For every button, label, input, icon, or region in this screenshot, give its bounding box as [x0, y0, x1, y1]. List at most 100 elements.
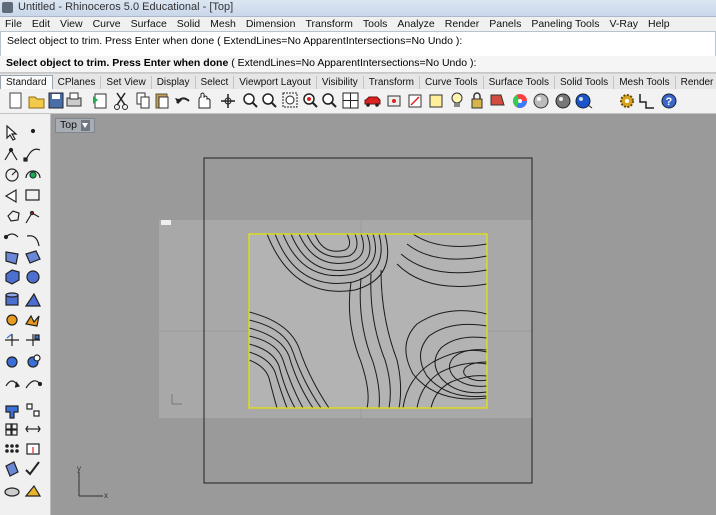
lock-icon[interactable]	[471, 92, 483, 109]
contour-map[interactable]	[248, 233, 488, 409]
command-line[interactable]: Select object to trim. Press Enter when …	[0, 56, 716, 73]
undo-icon[interactable]	[175, 97, 190, 104]
car-icon[interactable]	[364, 96, 381, 107]
check-icon[interactable]	[25, 461, 40, 476]
menu-item-file[interactable]: File	[0, 17, 27, 31]
save-icon[interactable]	[48, 92, 64, 109]
menu-item-paneling-tools[interactable]: Paneling Tools	[526, 17, 604, 31]
menu-item-curve[interactable]: Curve	[88, 17, 126, 31]
polygon-icon[interactable]	[7, 210, 20, 222]
new-file-icon[interactable]	[9, 92, 22, 109]
rotate-icon[interactable]	[5, 380, 21, 388]
arc-icon[interactable]	[25, 170, 41, 179]
color-wheel-icon[interactable]	[513, 94, 527, 108]
paste-icon[interactable]	[155, 93, 169, 109]
settings-gear-icon[interactable]	[620, 94, 634, 108]
tab-standard[interactable]: Standard	[0, 75, 53, 89]
menu-item-edit[interactable]: Edit	[27, 17, 55, 31]
menu-item-surface[interactable]: Surface	[126, 17, 172, 31]
tab-display[interactable]: Display	[152, 76, 196, 89]
grid-dots-icon[interactable]	[5, 444, 19, 453]
trim-icon[interactable]	[26, 334, 40, 346]
select-arrow-icon[interactable]	[6, 124, 18, 141]
dimension-icon[interactable]	[25, 425, 41, 433]
explode-icon[interactable]	[25, 314, 40, 327]
top-viewport[interactable]: x y Top	[51, 114, 716, 515]
viewport-canvas[interactable]: x y	[51, 114, 716, 515]
split-icon[interactable]	[5, 333, 19, 346]
zoom-selected-icon[interactable]	[303, 93, 318, 108]
cylinder-icon[interactable]	[5, 292, 19, 306]
curve-icon[interactable]	[23, 148, 41, 162]
copy-move-icon[interactable]	[27, 354, 41, 368]
array-grid-icon[interactable]	[5, 423, 18, 436]
rectangle-icon[interactable]	[25, 189, 40, 201]
material-sphere-icon[interactable]	[555, 93, 571, 109]
viewport-menu-arrow-icon[interactable]	[80, 119, 90, 131]
help-icon[interactable]: ?	[661, 93, 677, 109]
freeform-icon[interactable]	[25, 210, 40, 224]
box-icon[interactable]	[5, 269, 20, 285]
sphere-icon[interactable]	[26, 270, 40, 284]
extrude-surface-icon[interactable]	[25, 250, 41, 264]
zoom-window-icon[interactable]	[262, 93, 277, 108]
text-icon[interactable]	[26, 443, 40, 455]
array-icon[interactable]	[26, 403, 40, 417]
zoom-extents-icon[interactable]	[282, 92, 298, 108]
offset-icon[interactable]	[3, 233, 19, 240]
tab-transform[interactable]: Transform	[364, 76, 420, 89]
viewport-tab[interactable]: Top	[55, 118, 95, 133]
snap-icon[interactable]	[387, 95, 401, 107]
fillet-icon[interactable]	[26, 235, 40, 247]
menu-item-transform[interactable]: Transform	[300, 17, 357, 31]
tab-cplanes[interactable]: CPlanes	[53, 76, 102, 89]
menu-item-help[interactable]: Help	[643, 17, 675, 31]
menu-item-dimension[interactable]: Dimension	[241, 17, 301, 31]
cut-icon[interactable]	[114, 92, 128, 110]
zoom-dynamic-icon[interactable]	[243, 93, 258, 108]
pan-hand-icon[interactable]	[198, 92, 211, 109]
tab-viewport-layout[interactable]: Viewport Layout	[234, 76, 317, 89]
menu-item-mesh[interactable]: Mesh	[205, 17, 241, 31]
select-icon[interactable]	[408, 94, 422, 108]
command-prompt[interactable]: Select object to trim. Press Enter when …	[6, 57, 476, 69]
menu-item-tools[interactable]: Tools	[358, 17, 393, 31]
surface-corner-icon[interactable]	[5, 251, 19, 265]
tab-surface-tools[interactable]: Surface Tools	[484, 76, 555, 89]
menu-item-render[interactable]: Render	[440, 17, 484, 31]
command-options[interactable]: ( ExtendLines=No ApparentIntersections=N…	[231, 57, 476, 69]
tab-curve-tools[interactable]: Curve Tools	[420, 76, 484, 89]
properties-icon[interactable]	[24, 484, 42, 497]
menu-item-analyze[interactable]: Analyze	[392, 17, 439, 31]
rotate-view-icon[interactable]	[221, 94, 235, 108]
point-icon[interactable]	[30, 128, 36, 134]
tab-set-view[interactable]: Set View	[101, 76, 152, 89]
shade-icon[interactable]	[490, 94, 505, 106]
tab-visibility[interactable]: Visibility	[317, 76, 364, 89]
boolean-union-icon[interactable]	[6, 314, 18, 326]
render-sphere-icon[interactable]	[533, 93, 549, 109]
polyline-icon[interactable]	[4, 147, 18, 161]
tab-mesh-tools[interactable]: Mesh Tools	[614, 76, 676, 89]
menu-item-solid[interactable]: Solid	[172, 17, 205, 31]
lightbulb-icon[interactable]	[451, 92, 463, 107]
grid-snap-icon[interactable]	[639, 94, 654, 109]
open-icon[interactable]	[28, 96, 45, 109]
menu-item-panels[interactable]: Panels	[484, 17, 526, 31]
layers-icon[interactable]	[4, 487, 20, 497]
zoom-all-icon[interactable]	[322, 93, 337, 108]
import-icon[interactable]	[93, 93, 107, 109]
tab-select[interactable]: Select	[196, 76, 235, 89]
rendered-sphere-icon[interactable]	[575, 93, 593, 109]
copy-icon[interactable]	[136, 92, 150, 109]
circle-icon[interactable]	[5, 168, 19, 182]
cone-icon[interactable]	[24, 292, 41, 307]
tab-solid-tools[interactable]: Solid Tools	[555, 76, 615, 89]
tab-render-tools[interactable]: Render Tools	[676, 76, 716, 89]
four-view-icon[interactable]	[342, 92, 359, 109]
scale-icon[interactable]	[25, 380, 43, 389]
ellipse-icon[interactable]	[4, 188, 17, 204]
move-icon[interactable]	[6, 356, 18, 368]
select-icon[interactable]	[429, 94, 443, 108]
mirror-icon[interactable]	[5, 405, 19, 419]
